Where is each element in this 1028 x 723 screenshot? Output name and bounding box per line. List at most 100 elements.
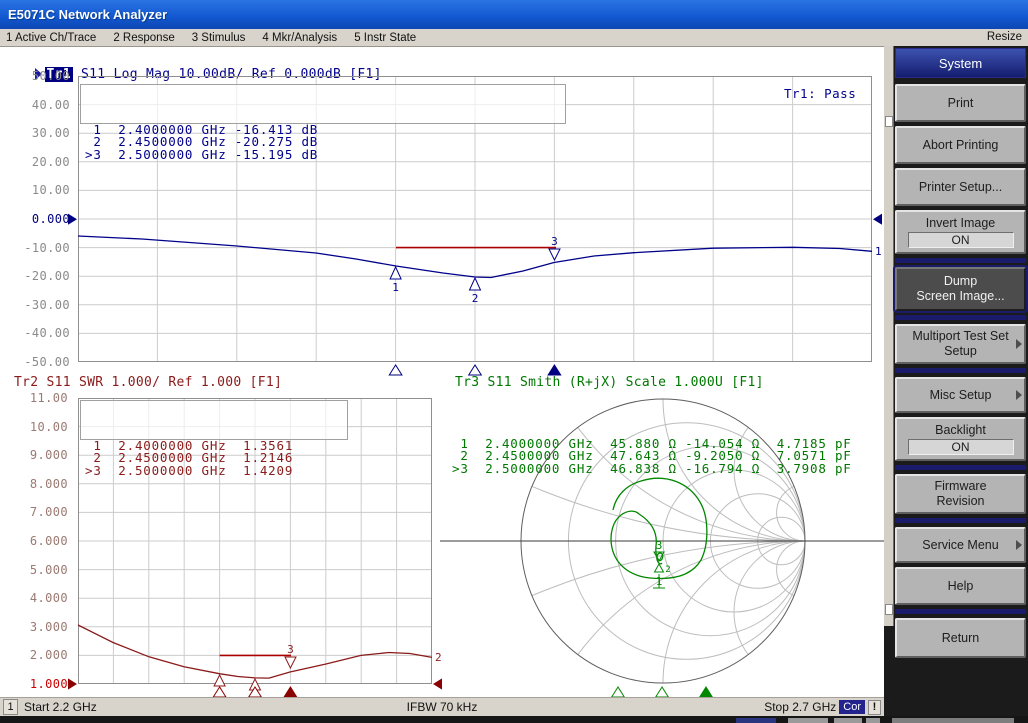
softkey-label: Misc Setup <box>930 388 992 403</box>
menu-item[interactable]: 5 Instr State <box>354 32 416 44</box>
softkey-dump-screen-image[interactable]: Dump Screen Image... <box>895 267 1026 311</box>
softkey-separator <box>895 465 1026 470</box>
y-axis-label: 30.00 <box>6 119 70 148</box>
softkey-label: Firmware <box>934 479 986 494</box>
y-axis-label: 50.00 <box>6 62 70 91</box>
svg-text:1: 1 <box>392 281 399 294</box>
menu-item[interactable]: 2 Response <box>113 32 174 44</box>
softkey-label: Invert Image <box>926 216 995 231</box>
y-axis-label: -50.00 <box>6 348 70 377</box>
softkey-misc-setup[interactable]: Misc Setup <box>895 377 1026 413</box>
softkey-separator <box>895 368 1026 373</box>
taskbar-fragment <box>866 718 880 723</box>
svg-text:2: 2 <box>472 292 479 305</box>
y-axis-label: 5.000 <box>6 556 68 585</box>
softkey-return[interactable]: Return <box>895 618 1026 658</box>
softkey-printer-setup[interactable]: Printer Setup... <box>895 168 1026 206</box>
softkey-label: Print <box>948 96 974 111</box>
marker-row: >3 2.5000000 GHz -15.195 dB <box>85 149 565 162</box>
tr3-stimulus-marker-1 <box>612 687 625 697</box>
y-axis-label: 9.000 <box>6 441 68 470</box>
marker-row: >3 2.5000000 GHz 46.838 Ω -16.794 Ω 3.79… <box>452 463 852 476</box>
tr3-title: Tr3 S11 Smith (R+jX) Scale 1.000U [F1] <box>455 375 764 390</box>
tr1-trace-number-label: 1 <box>875 245 882 258</box>
ifbw-readout: IFBW 70 kHz <box>0 700 884 714</box>
taskbar-clock-fragment <box>892 718 1014 723</box>
menu-bar: 1 Active Ch/Trace 2 Response 3 Stimulus 4 M… <box>0 29 1028 47</box>
y-axis-label: -30.00 <box>6 291 70 320</box>
submenu-arrow-icon <box>1016 390 1022 400</box>
taskbar-fragment <box>736 718 776 723</box>
y-axis-label: -10.00 <box>6 234 70 263</box>
tr2-marker-table: 1 2.4000000 GHz 1.3561 2 2.4500000 GHz 1… <box>80 400 348 440</box>
y-axis-label: 10.00 <box>6 176 70 205</box>
toggle-state-value: ON <box>908 232 1014 248</box>
svg-text:1: 1 <box>656 575 663 588</box>
y-axis-label: 7.000 <box>6 498 68 527</box>
tr1-marker-1[interactable]: 1 <box>390 267 401 294</box>
softkey-label: Service Menu <box>922 538 998 553</box>
softkey-abort-printing[interactable]: Abort Printing <box>895 126 1026 164</box>
marker-row: >3 2.5000000 GHz 1.4209 <box>85 465 347 478</box>
menu-item[interactable]: 1 Active Ch/Trace <box>6 32 96 44</box>
tr3-marker-2[interactable]: 2 <box>655 564 671 575</box>
tr1-stimulus-marker-1 <box>389 365 402 375</box>
softkey-separator <box>895 518 1026 523</box>
softkey-label: Return <box>942 631 980 646</box>
tr2-stimulus-marker-1 <box>213 687 226 697</box>
menu-item[interactable]: 4 Mkr/Analysis <box>262 32 337 44</box>
softkey-sidebar: System Print Abort Printing Printer Setu… <box>884 46 1028 716</box>
softkey-label: Setup <box>944 344 977 359</box>
tr1-stimulus-marker-2 <box>469 365 482 375</box>
softkey-label: Dump <box>944 274 977 289</box>
app-window: E5071C Network Analyzer 1 Active Ch/Trac… <box>0 0 1028 723</box>
window-title: E5071C Network Analyzer <box>8 7 167 22</box>
resize-control[interactable]: Resize <box>987 31 1022 43</box>
svg-text:2: 2 <box>665 565 670 575</box>
y-axis-label: 10.00 <box>6 413 68 442</box>
y-axis-label: -40.00 <box>6 319 70 348</box>
tr1-marker-2[interactable]: 2 <box>470 278 481 305</box>
softkey-help[interactable]: Help <box>895 567 1026 605</box>
tr1-ref-marker-left <box>68 214 77 225</box>
y-axis-label: -20.00 <box>6 262 70 291</box>
gutter-tick <box>885 604 893 615</box>
menu-item[interactable]: 3 Stimulus <box>192 32 246 44</box>
softkey-label: Abort Printing <box>923 138 999 153</box>
tr1-ref-marker-right <box>873 214 882 225</box>
tr3-stimulus-marker-2 <box>656 687 669 697</box>
y-axis-label: 8.000 <box>6 470 68 499</box>
tr3-stimulus-marker-3-active <box>700 687 713 697</box>
tr2-stimulus-marker-3-active <box>284 687 297 697</box>
softkey-separator <box>895 609 1026 614</box>
toggle-state-value: ON <box>908 439 1014 455</box>
tr3-marker-1[interactable]: 1 <box>653 574 665 588</box>
y-axis-label: 1.000 <box>6 670 68 699</box>
tr3-marker-readout: 1 2.4000000 GHz 45.880 Ω -14.054 Ω 4.718… <box>452 400 852 475</box>
softkey-label: Revision <box>937 494 985 509</box>
softkey-label: Printer Setup... <box>919 180 1002 195</box>
channel-status-bar: 1 Start 2.2 GHz IFBW 70 kHz Stop 2.7 GHz… <box>0 697 884 716</box>
svg-text:3: 3 <box>287 643 294 656</box>
softkey-multiport-test-set-setup[interactable]: Multiport Test Set Setup <box>895 324 1026 364</box>
y-axis-label: 4.000 <box>6 584 68 613</box>
tr1-marker-table: 1 2.4000000 GHz -16.413 dB 2 2.4500000 G… <box>80 84 566 124</box>
svg-text:3: 3 <box>656 539 663 552</box>
softkey-scroll-gutter[interactable] <box>884 46 894 626</box>
softkey-label: Help <box>948 579 974 594</box>
y-axis-label: 11.00 <box>6 384 68 413</box>
softkey-firmware-revision[interactable]: Firmware Revision <box>895 474 1026 514</box>
softkey-backlight-toggle[interactable]: Backlight ON <box>895 417 1026 461</box>
softkey-print[interactable]: Print <box>895 84 1026 122</box>
y-axis-label: 0.000 <box>6 205 70 234</box>
softkey-separator <box>895 258 1026 263</box>
tr2-y-axis: 11.0010.009.0008.0007.0006.0005.0004.000… <box>6 384 68 699</box>
softkey-separator <box>895 315 1026 320</box>
softkey-label: Backlight <box>935 423 986 438</box>
tr1-stimulus-marker-3-active <box>548 365 561 375</box>
softkey-service-menu[interactable]: Service Menu <box>895 527 1026 563</box>
y-axis-label: 6.000 <box>6 527 68 556</box>
bottom-edge-strip <box>0 716 1028 723</box>
softkey-invert-image-toggle[interactable]: Invert Image ON <box>895 210 1026 254</box>
y-axis-label: 2.000 <box>6 641 68 670</box>
